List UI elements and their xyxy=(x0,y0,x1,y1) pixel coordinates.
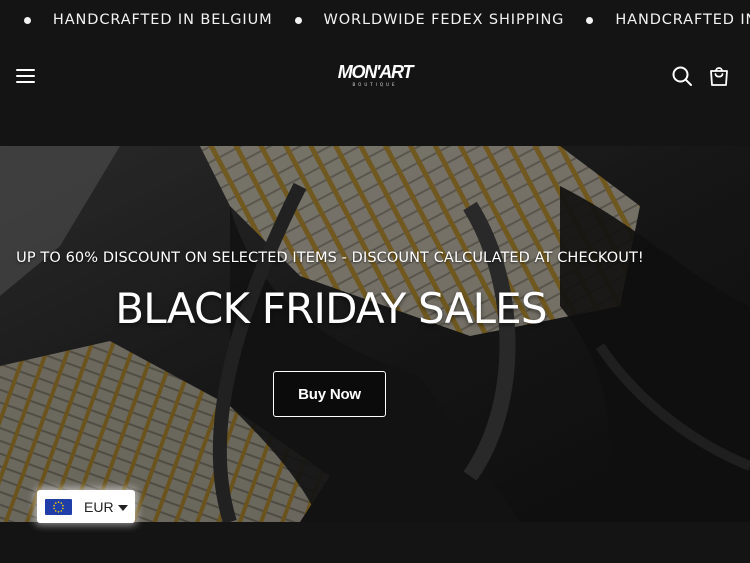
hero-subtitle: UP TO 60% DISCOUNT ON SELECTED ITEMS - D… xyxy=(16,250,644,266)
logo-text: MON'ART xyxy=(337,62,414,82)
eu-flag-icon xyxy=(45,499,72,515)
announcement-item: HANDCRAFTED IN BELG xyxy=(615,12,750,28)
bullet-dot xyxy=(586,16,594,24)
hero-title: BLACK FRIDAY SALES xyxy=(115,284,547,333)
hero-overlay xyxy=(0,146,750,522)
hamburger-icon-line xyxy=(16,75,35,77)
bullet-dot xyxy=(294,16,302,24)
shopping-bag-icon xyxy=(710,67,728,86)
menu-button[interactable] xyxy=(14,66,38,86)
site-logo[interactable]: MON'ART BOUTIQUE xyxy=(330,62,420,90)
buy-now-button[interactable]: Buy Now xyxy=(273,371,386,417)
search-icon xyxy=(672,66,692,86)
announcement-bar: NG HANDCRAFTED IN BELGIUM WORLDWIDE FEDE… xyxy=(0,0,750,42)
logo-subtext: BOUTIQUE xyxy=(352,82,398,87)
announcement-item: WORLDWIDE FEDEX SHIPPING xyxy=(323,12,565,28)
currency-label: EUR xyxy=(84,499,114,515)
announcement-item: NG xyxy=(0,12,2,28)
search-button[interactable] xyxy=(670,64,694,88)
hamburger-icon-line xyxy=(16,69,35,71)
announcement-item: HANDCRAFTED IN BELGIUM xyxy=(52,12,273,28)
hamburger-icon-line xyxy=(16,81,35,83)
announcement-track: NG HANDCRAFTED IN BELGIUM WORLDWIDE FEDE… xyxy=(0,12,750,28)
bullet-dot xyxy=(23,16,31,24)
site-header: MON'ART BOUTIQUE xyxy=(0,42,750,146)
currency-selector[interactable]: EUR xyxy=(37,490,135,523)
hero-banner: UP TO 60% DISCOUNT ON SELECTED ITEMS - D… xyxy=(0,146,750,522)
cart-button[interactable] xyxy=(707,64,731,88)
caret-down-icon xyxy=(118,505,128,511)
